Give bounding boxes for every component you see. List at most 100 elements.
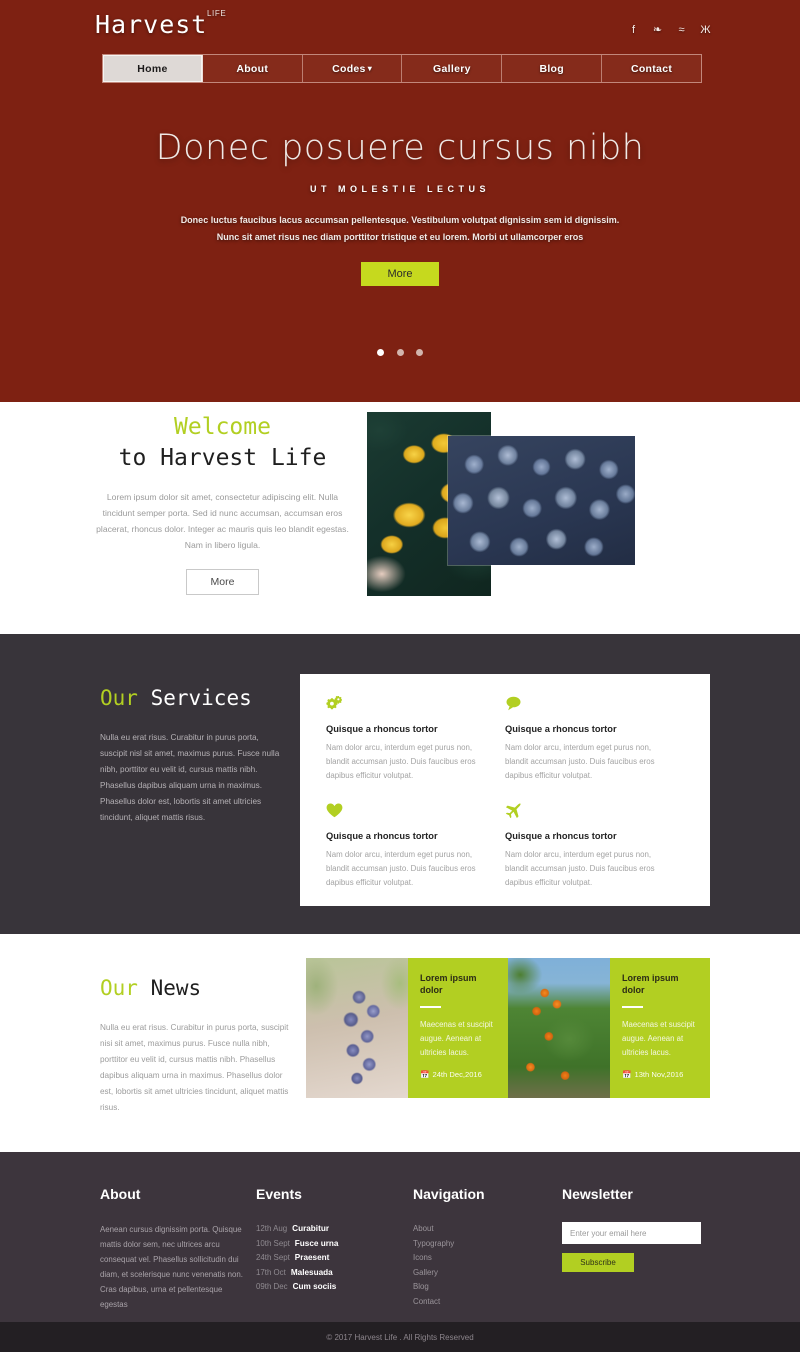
blueberries-photo bbox=[448, 436, 635, 565]
service-item: Quisque a rhoncus tortor Nam dolor arcu,… bbox=[505, 696, 684, 783]
service-item: Quisque a rhoncus tortor Nam dolor arcu,… bbox=[505, 803, 684, 890]
footer-about-title: About bbox=[100, 1186, 141, 1202]
footer-event-item[interactable]: 10th Sept Fusce urna bbox=[256, 1237, 386, 1252]
grapes-photo bbox=[306, 958, 408, 1098]
nav-item-codes[interactable]: Codes ▾ bbox=[303, 55, 403, 82]
service-text: Nam dolor arcu, interdum eget purus non,… bbox=[326, 743, 476, 780]
welcome-more-button[interactable]: More bbox=[185, 569, 260, 595]
service-item: Quisque a rhoncus tortor Nam dolor arcu,… bbox=[326, 696, 505, 783]
footer-event-item[interactable]: 12th Aug Curabitur bbox=[256, 1222, 386, 1237]
news-heading: Our News bbox=[100, 976, 290, 1000]
event-date: 12th Aug bbox=[256, 1224, 288, 1233]
heart-icon bbox=[326, 803, 481, 823]
news-card-date-label: 24th Dec,2016 bbox=[432, 1070, 482, 1079]
slider-dot-2[interactable] bbox=[396, 349, 404, 356]
footer-events-column: Events 12th Aug Curabitur 10th Sept Fusce … bbox=[256, 1186, 386, 1295]
footer-nav-blog[interactable]: Blog bbox=[413, 1280, 543, 1295]
welcome-text-column: Welcome to Harvest Life Lorem ipsum dolo… bbox=[95, 414, 350, 595]
welcome-heading-bottom: to Harvest Life bbox=[118, 445, 327, 471]
hero-content: Donec posuere cursus nibh UT MOLESTIE LE… bbox=[0, 128, 800, 286]
nav-item-contact[interactable]: Contact bbox=[602, 55, 701, 82]
services-text-column: Our Services Nulla eu erat risus. Curabi… bbox=[100, 686, 285, 826]
footer-nav-icons[interactable]: Icons bbox=[413, 1251, 543, 1266]
nav-item-about[interactable]: About bbox=[203, 55, 303, 82]
news-card-date-label: 13th Nov,2016 bbox=[634, 1070, 684, 1079]
calendar-icon: 📅 bbox=[420, 1070, 430, 1079]
calendar-icon: 📅 bbox=[622, 1070, 632, 1079]
event-date: 09th Dec bbox=[256, 1282, 288, 1292]
list-item: About bbox=[413, 1222, 543, 1237]
subscribe-button[interactable]: Subscribe bbox=[562, 1253, 634, 1272]
footer-nav-gallery[interactable]: Gallery bbox=[413, 1266, 543, 1281]
social-links: f ❧ ≈ Ж bbox=[627, 24, 712, 37]
event-date: 17th Oct bbox=[256, 1267, 286, 1277]
welcome-paragraph: Lorem ipsum dolor sit amet, consectetur … bbox=[96, 492, 349, 550]
news-card[interactable]: Lorem ipsum dolor Maecenas et suscipit a… bbox=[508, 958, 710, 1098]
service-text: Nam dolor arcu, interdum eget purus non,… bbox=[326, 850, 476, 887]
nav-item-home[interactable]: Home bbox=[103, 55, 203, 82]
footer-event-item[interactable]: 09th Dec Cum sociis bbox=[256, 1280, 386, 1295]
service-title: Quisque a rhoncus tortor bbox=[505, 724, 617, 734]
nav-item-blog[interactable]: Blog bbox=[502, 55, 603, 82]
twitter-icon[interactable]: ❧ bbox=[651, 24, 664, 37]
list-item: Gallery bbox=[413, 1266, 543, 1281]
nav-label: Codes bbox=[332, 62, 366, 75]
nav-label: Home bbox=[137, 62, 168, 75]
event-name: Cum sociis bbox=[292, 1282, 337, 1292]
footer-event-item[interactable]: 17th Oct Malesuada bbox=[256, 1266, 386, 1281]
nav-label: Blog bbox=[539, 62, 564, 75]
event-name: Curabitur bbox=[292, 1224, 329, 1233]
vk-icon[interactable]: Ж bbox=[699, 24, 712, 37]
service-text: Nam dolor arcu, interdum eget purus non,… bbox=[505, 850, 655, 887]
site-logo-subtitle: LIFE bbox=[207, 9, 227, 18]
oranges-photo bbox=[508, 958, 610, 1098]
gears-icon bbox=[326, 696, 481, 716]
news-card-text: Maecenas et suscipit augue. Aenean at ul… bbox=[420, 1020, 493, 1057]
footer-nav-typography[interactable]: Typography bbox=[413, 1237, 543, 1252]
hero-more-button[interactable]: More bbox=[361, 262, 439, 286]
main-navigation: Home About Codes ▾ Gallery Blog Contact bbox=[102, 54, 702, 83]
page-root: Harvest LIFE f ❧ ≈ Ж Home About Codes ▾ G… bbox=[0, 0, 800, 1352]
service-title: Quisque a rhoncus tortor bbox=[505, 831, 617, 841]
newsletter-email-input[interactable] bbox=[562, 1222, 701, 1244]
nav-label: Gallery bbox=[433, 62, 471, 75]
site-logo[interactable]: Harvest bbox=[95, 10, 207, 39]
services-heading-rest: Services bbox=[150, 686, 252, 710]
welcome-heading-top: Welcome bbox=[174, 414, 271, 440]
news-card-body: Lorem ipsum dolor Maecenas et suscipit a… bbox=[610, 958, 710, 1098]
services-paragraph: Nulla eu erat risus. Curabitur in purus … bbox=[100, 733, 280, 822]
facebook-icon[interactable]: f bbox=[627, 24, 640, 37]
hero-subtitle: UT MOLESTIE LECTUS bbox=[310, 184, 490, 194]
news-card-list: Lorem ipsum dolor Maecenas et suscipit a… bbox=[306, 958, 710, 1098]
event-name: Malesuada bbox=[290, 1267, 333, 1277]
footer-nav-about[interactable]: About bbox=[413, 1222, 543, 1237]
list-item: Contact bbox=[413, 1295, 543, 1310]
welcome-section: Welcome to Harvest Life Lorem ipsum dolo… bbox=[0, 402, 800, 634]
rss-icon[interactable]: ≈ bbox=[675, 24, 688, 37]
footer-newsletter-title: Newsletter bbox=[562, 1186, 633, 1202]
footer-about-text: Aenean cursus dignissim porta. Quisque m… bbox=[100, 1225, 243, 1309]
news-text-column: Our News Nulla eu erat risus. Curabitur … bbox=[100, 976, 290, 1116]
services-section: Our Services Nulla eu erat risus. Curabi… bbox=[0, 634, 800, 934]
nav-item-gallery[interactable]: Gallery bbox=[402, 55, 503, 82]
divider bbox=[420, 1006, 441, 1008]
site-footer: About Aenean cursus dignissim porta. Qui… bbox=[0, 1152, 800, 1322]
slider-dot-3[interactable] bbox=[415, 349, 423, 356]
list-item: Typography bbox=[413, 1237, 543, 1252]
services-grid: Quisque a rhoncus tortor Nam dolor arcu,… bbox=[326, 696, 684, 910]
services-panel: Quisque a rhoncus tortor Nam dolor arcu,… bbox=[300, 674, 710, 906]
event-name: Fusce urna bbox=[294, 1238, 339, 1248]
event-date: 10th Sept bbox=[256, 1238, 290, 1248]
slider-dot-1[interactable] bbox=[377, 349, 385, 356]
footer-event-item[interactable]: 24th Sept Praesent bbox=[256, 1251, 386, 1266]
services-heading-accent: Our bbox=[100, 686, 138, 710]
footer-events-title: Events bbox=[256, 1186, 302, 1202]
news-card[interactable]: Lorem ipsum dolor Maecenas et suscipit a… bbox=[306, 958, 508, 1098]
service-text: Nam dolor arcu, interdum eget purus non,… bbox=[505, 743, 655, 780]
plane-icon bbox=[505, 803, 660, 823]
copyright-text: © 2017 Harvest Life . All Rights Reserve… bbox=[326, 1332, 474, 1342]
footer-nav-contact[interactable]: Contact bbox=[413, 1295, 543, 1310]
event-date: 24th Sept bbox=[256, 1253, 290, 1263]
services-heading: Our Services bbox=[100, 686, 285, 710]
service-title: Quisque a rhoncus tortor bbox=[326, 831, 438, 841]
